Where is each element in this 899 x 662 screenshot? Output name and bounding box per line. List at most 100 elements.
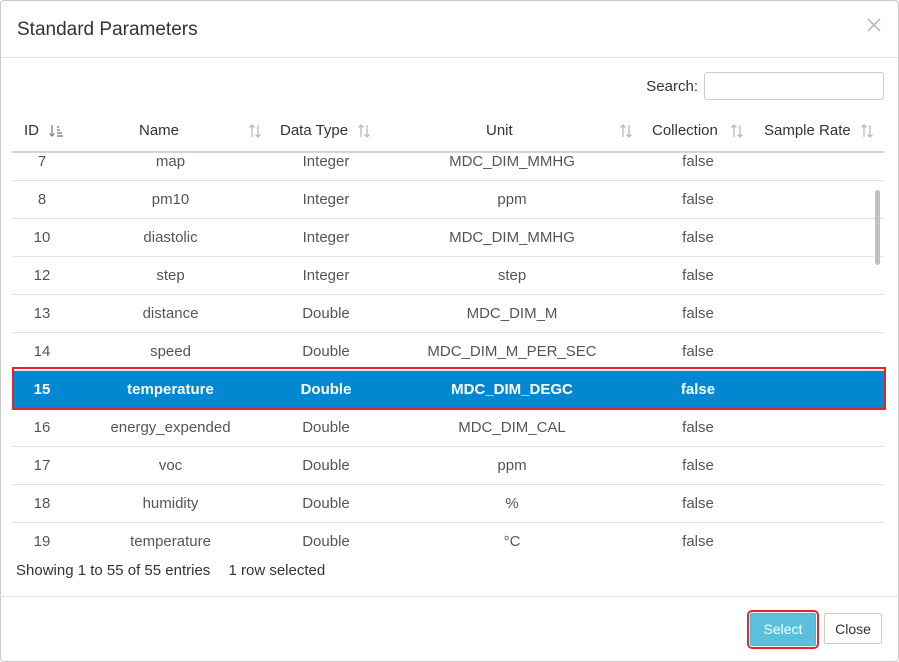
cell-collection: false [682,153,714,170]
cell-sample-rate [755,151,884,180]
cell-id: 18 [33,495,51,512]
cell-name: distance [142,305,199,322]
cell-collection: false [682,495,714,512]
cell-unit: °C [503,533,521,550]
cell-name: pm10 [151,191,190,208]
cell-data-type: Double [302,419,350,436]
cell-sample-rate [755,523,884,556]
table-body: 7 map Integer MDC_DIM_MMHG false 8 pm10 … [12,151,884,556]
cell-name: voc [158,457,183,474]
cell-name: map [155,153,186,170]
cell-unit: ppm [497,457,527,474]
cell-sample-rate [755,371,884,408]
cell-sample-rate [755,333,884,370]
cell-id: 14 [33,343,51,360]
cell-sample-rate [755,409,884,446]
cell-id: 12 [33,267,51,284]
table-row[interactable]: 7 map Integer MDC_DIM_MMHG false [12,151,884,181]
cell-collection: false [682,229,714,246]
cell-sample-rate [755,181,884,218]
table-info: Showing 1 to 55 of 55 entries 1 row sele… [16,562,339,579]
cell-unit: MDC_DIM_DEGC [451,381,573,398]
column-header-data-type[interactable]: Data Type [269,122,383,144]
cell-unit: MDC_DIM_MMHG [449,153,575,170]
cell-id: 10 [33,229,51,246]
sort-icon [620,124,632,138]
table-row[interactable]: 18 humidity Double % false [12,485,884,523]
cell-collection: false [682,419,714,436]
cell-sample-rate [755,295,884,332]
table-scrollbar[interactable] [875,190,880,265]
cell-collection: false [682,533,714,550]
column-header-id[interactable]: ID [24,122,72,144]
cell-collection: false [682,457,714,474]
column-header-sample-rate[interactable]: Sample Rate [755,122,884,144]
column-header-label: ID [24,122,39,139]
cell-sample-rate [755,485,884,522]
cell-data-type: Integer [302,191,350,208]
cell-id: 19 [33,533,51,550]
cell-sample-rate [755,257,884,294]
column-header-label: Name [139,122,180,139]
cell-collection: false [682,343,714,360]
cell-sample-rate [755,447,884,484]
table-row[interactable]: 13 distance Double MDC_DIM_M false [12,295,884,333]
dialog-title: Standard Parameters [17,19,198,40]
column-header-collection[interactable]: Collection [641,122,755,144]
cell-name: speed [150,343,191,360]
cell-name: temperature [130,533,211,550]
column-header-unit[interactable]: Unit [383,122,641,144]
entries-info: Showing 1 to 55 of 55 entries [16,562,211,579]
table-row[interactable]: 10 diastolic Integer MDC_DIM_MMHG false [12,219,884,257]
cell-id: 8 [37,191,47,208]
cell-data-type: Double [302,495,350,512]
cell-collection: false [680,381,716,398]
select-button[interactable]: Select [747,610,819,649]
search-input[interactable] [704,72,884,100]
cell-collection: false [682,191,714,208]
table-row[interactable]: 16 energy_expended Double MDC_DIM_CAL fa… [12,409,884,447]
cell-collection: false [682,305,714,322]
sort-ascending-icon [49,125,63,137]
cell-id: 17 [33,457,51,474]
cell-data-type: Double [302,533,350,550]
sort-icon [731,124,743,138]
cell-unit: step [497,267,527,284]
cell-name: temperature [127,381,214,398]
cell-data-type: Double [302,343,350,360]
cell-name: humidity [142,495,199,512]
sort-icon [249,124,261,138]
cell-data-type: Integer [302,153,350,170]
cell-name: step [156,267,185,284]
table-row-selected[interactable]: 15 temperature Double MDC_DIM_DEGC false [12,371,884,409]
cell-unit: ppm [497,191,527,208]
sort-icon [358,124,370,138]
cell-id: 16 [33,419,51,436]
sort-icon [861,124,873,138]
search-box: Search: [646,72,884,100]
cell-data-type: Double [300,381,352,398]
dialog-header: Standard Parameters [1,1,898,58]
column-header-label: Sample Rate [764,122,851,139]
column-header-label: Collection [652,122,718,139]
cell-data-type: Double [302,457,350,474]
table-row[interactable]: 17 voc Double ppm false [12,447,884,485]
cell-id: 15 [33,381,51,398]
search-label: Search: [646,77,698,95]
cell-id: 7 [37,153,47,170]
table-row[interactable]: 8 pm10 Integer ppm false [12,181,884,219]
cell-name: diastolic [143,229,198,246]
column-header-name[interactable]: Name [72,122,269,144]
cell-unit: MDC_DIM_M [466,305,558,322]
cell-unit: % [505,495,519,512]
cell-unit: MDC_DIM_M_PER_SEC [427,343,597,360]
cell-sample-rate [755,219,884,256]
table-row[interactable]: 14 speed Double MDC_DIM_M_PER_SEC false [12,333,884,371]
cell-data-type: Integer [302,229,350,246]
cell-unit: MDC_DIM_MMHG [449,229,575,246]
cell-data-type: Double [302,305,350,322]
close-button[interactable]: Close [824,613,882,644]
table-row[interactable]: 12 step Integer step false [12,257,884,295]
close-icon[interactable] [864,15,884,35]
table-row[interactable]: 19 temperature Double °C false [12,523,884,556]
